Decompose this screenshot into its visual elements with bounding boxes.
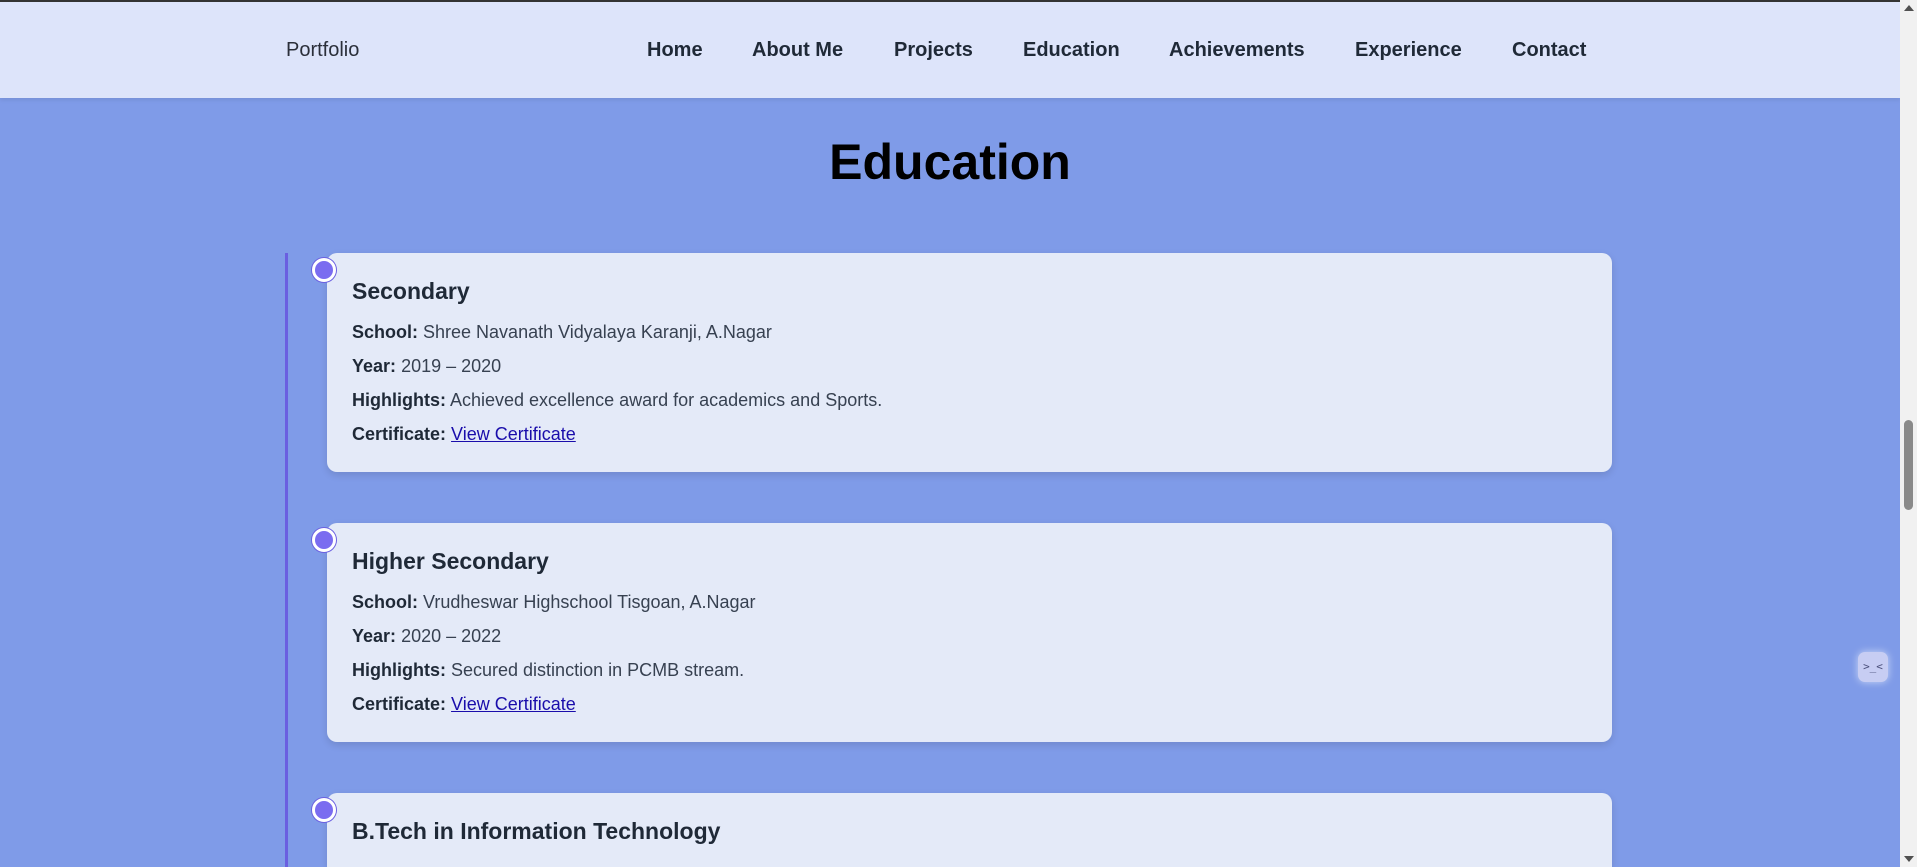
scrollbar-thumb[interactable] (1904, 420, 1913, 510)
school-row: School: Vrudheswar Highschool Tisgoan, A… (352, 592, 756, 613)
top-navbar: Portfolio Home About Me Projects Educati… (0, 0, 1900, 98)
year-value: 2020 – 2022 (401, 626, 502, 646)
certificate-row: Certificate: View Certificate (352, 694, 576, 715)
highlights-label: Highlights: (352, 660, 446, 680)
education-card-higher-secondary: Higher Secondary School: Vrudheswar High… (327, 523, 1612, 742)
school-label: School: (352, 592, 418, 612)
nav-achievements[interactable]: Achievements (1169, 39, 1305, 62)
education-heading: Education (829, 134, 1071, 190)
year-row: Year: 2020 – 2022 (352, 626, 501, 647)
timeline-dot (312, 258, 336, 282)
scroll-up-arrow-icon[interactable] (1904, 5, 1914, 11)
nav-contact[interactable]: Contact (1512, 39, 1586, 62)
highlights-row: Highlights: Achieved excellence award fo… (352, 390, 882, 411)
nav-experience[interactable]: Experience (1355, 39, 1462, 62)
nav-projects[interactable]: Projects (894, 39, 973, 62)
education-card-secondary: Secondary School: Shree Navanath Vidyala… (327, 253, 1612, 472)
year-value: 2019 – 2020 (401, 356, 502, 376)
view-certificate-link[interactable]: View Certificate (451, 694, 576, 714)
highlights-value: Achieved excellence award for academics … (450, 390, 883, 410)
year-label: Year: (352, 356, 397, 376)
vertical-scrollbar[interactable] (1900, 0, 1917, 867)
nav-home[interactable]: Home (647, 39, 703, 62)
school-row: School: Shree Navanath Vidyalaya Karanji… (352, 322, 772, 343)
view-certificate-link[interactable]: View Certificate (451, 424, 576, 444)
certificate-label: Certificate: (352, 424, 447, 444)
education-card-btech: B.Tech in Information Technology (327, 793, 1612, 867)
timeline-line (285, 253, 288, 867)
school-value: Vrudheswar Highschool Tisgoan, A.Nagar (423, 592, 756, 612)
floating-assistant-icon[interactable]: >_< (1858, 652, 1888, 682)
card-title: B.Tech in Information Technology (352, 818, 721, 844)
nav-about-me[interactable]: About Me (752, 39, 843, 62)
year-row: Year: 2019 – 2020 (352, 356, 501, 377)
certificate-label: Certificate: (352, 694, 447, 714)
highlights-label: Highlights: (352, 390, 446, 410)
highlights-row: Highlights: Secured distinction in PCMB … (352, 660, 744, 681)
card-title: Secondary (352, 278, 470, 304)
nav-education[interactable]: Education (1023, 39, 1120, 62)
school-label: School: (352, 322, 418, 342)
scroll-down-arrow-icon[interactable] (1904, 856, 1914, 862)
timeline-dot (312, 798, 336, 822)
certificate-row: Certificate: View Certificate (352, 424, 576, 445)
nav-links: Home About Me Projects Education Achieve… (0, 39, 1900, 67)
year-label: Year: (352, 626, 397, 646)
card-title: Higher Secondary (352, 548, 549, 574)
highlights-value: Secured distinction in PCMB stream. (451, 660, 745, 680)
school-value: Shree Navanath Vidyalaya Karanji, A.Naga… (423, 322, 772, 342)
timeline-dot (312, 528, 336, 552)
